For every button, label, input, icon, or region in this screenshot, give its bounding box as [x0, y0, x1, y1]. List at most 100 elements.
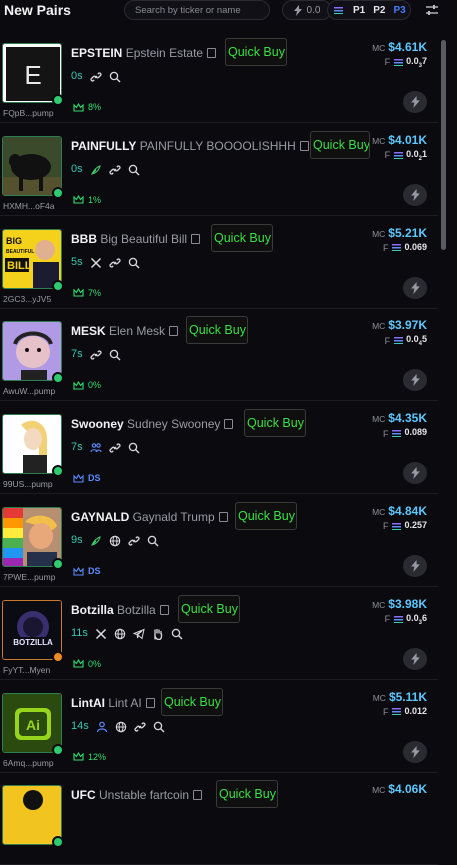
- scrollbar[interactable]: [441, 40, 446, 250]
- preset-p3[interactable]: P3: [393, 5, 405, 16]
- search-icon[interactable]: [147, 534, 159, 547]
- copy-icon[interactable]: [191, 233, 201, 244]
- quick-buy-amount[interactable]: 0.0: [282, 0, 332, 20]
- link-icon[interactable]: [108, 163, 121, 175]
- page-title: New Pairs: [4, 2, 71, 18]
- quick-buy-button[interactable]: Quick Buy: [186, 316, 248, 345]
- preset-p1[interactable]: P1: [353, 5, 365, 16]
- quick-buy-button[interactable]: Quick Buy: [225, 38, 287, 66]
- copy-icon[interactable]: [218, 512, 228, 522]
- search-icon[interactable]: [109, 348, 121, 361]
- quick-action-button[interactable]: [403, 91, 427, 113]
- pair-row[interactable]: HXMH...oF4a PAINFULLY PAINFULLY BOOOOLISH…: [0, 123, 438, 216]
- globe-icon[interactable]: [115, 720, 127, 732]
- search-box[interactable]: [124, 0, 270, 20]
- search-icon[interactable]: [128, 163, 140, 176]
- globe-icon[interactable]: [114, 627, 126, 640]
- quick-action-button[interactable]: [403, 740, 427, 763]
- dex-screener-badge[interactable]: DS: [73, 566, 101, 576]
- pair-row[interactable]: Ai 6Amq...pump LintAI Lint AI Quick Buy 14s 1…: [0, 680, 438, 773]
- pair-row[interactable]: BOTZILLA FyYT...Myen Botzilla Botzilla Quic…: [0, 587, 438, 680]
- token-avatar[interactable]: [2, 507, 62, 567]
- quick-buy-button[interactable]: Quick Buy: [244, 409, 306, 438]
- token-address[interactable]: HXMH...oF4a: [3, 201, 55, 211]
- pair-row[interactable]: 7PWE...pump GAYNALD Gaynald Trump Quick Bu…: [0, 494, 438, 587]
- feather-icon[interactable]: [90, 534, 102, 546]
- bolt-icon: [410, 652, 420, 665]
- preset-p2[interactable]: P2: [373, 5, 385, 16]
- token-age: 0s: [71, 70, 83, 82]
- quick-action-button[interactable]: [403, 555, 427, 577]
- search-icon[interactable]: [128, 256, 140, 269]
- pair-row[interactable]: AwuW...pump MESK Elen Mesk Quick Buy 7s 0% MC…: [0, 308, 438, 402]
- feather-icon[interactable]: [90, 163, 102, 175]
- token-address[interactable]: FQpB...pump: [3, 108, 54, 118]
- quick-buy-button[interactable]: Quick Buy: [211, 223, 273, 252]
- pair-row[interactable]: BIG BEAUTIFUL BILL 2GC3...yJV5 BBB Big Beaut…: [0, 216, 438, 309]
- token-address[interactable]: 2GC3...yJV5: [3, 294, 51, 304]
- quick-buy-button[interactable]: Quick Buy: [216, 780, 278, 809]
- pair-row[interactable]: E FQpB...pump EPSTEIN Epstein Estate Quick …: [0, 30, 438, 123]
- link-icon[interactable]: [134, 720, 146, 732]
- token-name: Botzilla Botzilla: [71, 603, 169, 617]
- token-avatar[interactable]: BIG BEAUTIFUL BILL: [2, 228, 62, 289]
- token-avatar[interactable]: Ai: [2, 692, 62, 753]
- token-full-name: Sudney Swooney: [127, 417, 221, 432]
- link-icon[interactable]: [108, 256, 121, 268]
- token-avatar[interactable]: E: [2, 43, 62, 103]
- quick-action-button[interactable]: [403, 369, 427, 392]
- link-icon[interactable]: [89, 70, 102, 82]
- quick-action-button[interactable]: [403, 647, 427, 670]
- pair-row[interactable]: UFC Unstable fartcoin Quick Buy MC $4.06K: [0, 772, 438, 865]
- link-icon[interactable]: [127, 534, 140, 546]
- quick-action-button[interactable]: [403, 183, 427, 206]
- x-icon[interactable]: [95, 627, 107, 639]
- token-address[interactable]: FyYT...Myen: [3, 665, 50, 675]
- quick-buy-button[interactable]: Quick Buy: [310, 130, 370, 159]
- percent-value: 8%: [88, 102, 102, 112]
- link-icon[interactable]: [108, 441, 121, 453]
- token-name: EPSTEIN Epstein Estate: [71, 46, 217, 60]
- token-address[interactable]: 99US...pump: [3, 479, 53, 489]
- quick-buy-button[interactable]: Quick Buy: [178, 594, 240, 623]
- quick-action-button[interactable]: [403, 276, 427, 299]
- token-address[interactable]: 6Amq...pump: [3, 758, 54, 768]
- preset-selector[interactable]: P1 P2 P3: [327, 0, 411, 20]
- search-icon[interactable]: [128, 441, 140, 454]
- token-avatar[interactable]: [2, 785, 62, 846]
- copy-icon[interactable]: [159, 604, 169, 615]
- token-avatar[interactable]: BOTZILLA: [2, 599, 62, 660]
- token-avatar[interactable]: [2, 135, 62, 196]
- status-badge: [52, 186, 64, 199]
- community-icon[interactable]: [90, 441, 102, 453]
- copy-icon[interactable]: [299, 140, 309, 151]
- dex-screener-badge[interactable]: DS: [73, 473, 101, 483]
- copy-icon[interactable]: [193, 790, 203, 801]
- token-avatar[interactable]: [2, 321, 62, 382]
- x-icon[interactable]: [90, 256, 102, 268]
- copy-icon[interactable]: [207, 48, 217, 58]
- quick-buy-button[interactable]: Quick Buy: [161, 687, 223, 716]
- token-avatar[interactable]: [2, 414, 62, 475]
- fee-value: 0.089: [404, 427, 427, 438]
- token-address[interactable]: AwuW...pump: [3, 386, 55, 396]
- telegram-icon[interactable]: [132, 627, 145, 640]
- search-icon[interactable]: [171, 627, 183, 640]
- status-badge: [52, 743, 64, 756]
- person-icon[interactable]: [96, 720, 108, 732]
- token-address[interactable]: 7PWE...pump: [3, 572, 55, 582]
- quick-buy-button[interactable]: Quick Buy: [235, 502, 297, 530]
- pair-row[interactable]: 99US...pump Swooney Sudney Swooney Quick B…: [0, 401, 438, 495]
- sliders-icon[interactable]: [424, 2, 440, 18]
- link-icon[interactable]: [89, 348, 102, 361]
- copy-icon[interactable]: [145, 697, 155, 708]
- quick-action-button[interactable]: [403, 462, 427, 485]
- search-icon[interactable]: [109, 70, 121, 83]
- sol-icon: [394, 151, 404, 159]
- search-icon[interactable]: [153, 720, 165, 733]
- copy-icon[interactable]: [169, 326, 179, 337]
- search-input[interactable]: [133, 3, 269, 17]
- globe-icon[interactable]: [109, 534, 121, 547]
- copy-icon[interactable]: [224, 419, 234, 430]
- hand-icon[interactable]: [152, 627, 164, 640]
